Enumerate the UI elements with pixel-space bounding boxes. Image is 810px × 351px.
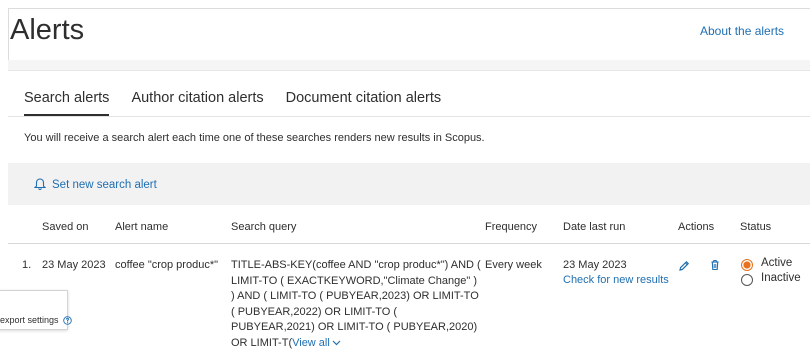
saved-on-value: 23 May 2023 — [42, 259, 106, 271]
set-new-search-alert-button[interactable]: Set new search alert — [34, 178, 157, 191]
alert-name-value: coffee "crop produc*" — [115, 259, 219, 271]
section-separator — [8, 60, 810, 70]
export-settings-label: export settings — [0, 315, 59, 325]
chevron-down-icon — [332, 340, 341, 345]
search-query-value: TITLE-ABS-KEY(coffee AND "crop produc*")… — [231, 258, 481, 351]
table-header-divider — [8, 243, 810, 244]
column-header-search-query: Search query — [231, 221, 297, 233]
help-icon — [63, 316, 72, 325]
frequency-value: Every week — [485, 259, 542, 271]
about-alerts-link[interactable]: About the alerts — [700, 24, 784, 38]
search-query-text: TITLE-ABS-KEY(coffee AND "crop produc*")… — [231, 259, 481, 349]
trash-icon[interactable] — [709, 259, 721, 271]
row-index: 1. — [22, 259, 32, 271]
info-text: You will receive a search alert each tim… — [24, 132, 485, 144]
status-inactive-label: Inactive — [761, 272, 801, 284]
tab-author-citation-alerts[interactable]: Author citation alerts — [131, 90, 263, 116]
date-last-run-value: 23 May 2023 — [563, 259, 627, 271]
tab-document-citation-alerts[interactable]: Document citation alerts — [286, 90, 442, 116]
status-active-radio[interactable] — [741, 259, 753, 271]
alert-tabs: Search alerts Author citation alerts Doc… — [24, 90, 463, 116]
column-header-alert-name[interactable]: Alert name — [115, 221, 168, 233]
column-header-actions: Actions — [678, 221, 715, 233]
check-new-results-link[interactable]: Check for new results — [563, 273, 669, 289]
set-new-search-alert-label: Set new search alert — [52, 178, 157, 191]
status-active-label: Active — [761, 257, 793, 269]
tab-search-alerts[interactable]: Search alerts — [24, 90, 110, 116]
edit-icon[interactable] — [678, 260, 690, 272]
column-header-frequency[interactable]: Frequency — [485, 221, 537, 233]
bell-icon — [34, 178, 46, 191]
tabs-divider — [8, 116, 810, 117]
view-all-link[interactable]: View all — [292, 337, 341, 349]
export-settings-link[interactable]: export settings — [0, 315, 72, 325]
column-header-status[interactable]: Status — [740, 221, 771, 233]
view-all-label: View all — [292, 336, 330, 349]
column-header-saved-on[interactable]: Saved on — [42, 221, 88, 233]
status-inactive-radio[interactable] — [741, 274, 753, 286]
page-title: Alerts — [10, 14, 85, 46]
column-header-date-last-run[interactable]: Date last run — [563, 221, 625, 233]
page-frame-top — [8, 8, 810, 9]
